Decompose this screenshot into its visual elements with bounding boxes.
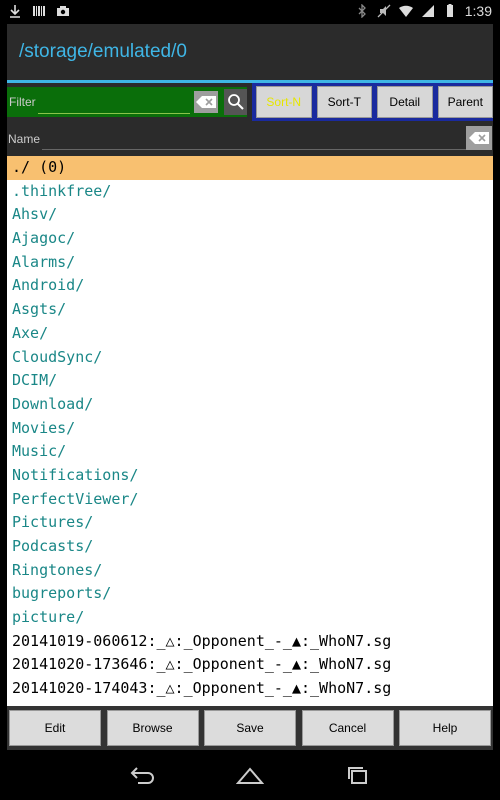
filter-box: Filter [7, 87, 247, 117]
edit-button[interactable]: Edit [9, 710, 101, 746]
sort-time-button[interactable]: Sort-T [316, 86, 372, 118]
list-item[interactable]: Pictures/ [7, 511, 493, 535]
list-item[interactable]: Alarms/ [7, 251, 493, 275]
list-item[interactable]: Asgts/ [7, 298, 493, 322]
battery-icon [446, 4, 453, 17]
list-item[interactable]: CloudSync/ [7, 346, 493, 370]
list-item[interactable]: Ahsv/ [7, 203, 493, 227]
back-icon[interactable] [128, 765, 156, 785]
filter-label: Filter [9, 95, 36, 109]
search-icon [227, 94, 244, 110]
filter-input[interactable] [37, 90, 190, 114]
name-label: Name [8, 132, 41, 146]
cancel-button[interactable]: Cancel [301, 710, 394, 746]
dialog-title: /storage/emulated/0 [7, 24, 493, 83]
camera-icon [57, 6, 69, 16]
download-icon [10, 5, 20, 18]
detail-button[interactable]: Detail [377, 86, 433, 118]
list-item[interactable]: picture/ [7, 606, 493, 630]
list-item[interactable]: ./ (0) [7, 156, 493, 180]
home-icon[interactable] [236, 765, 264, 785]
list-item[interactable]: bugreports/ [7, 582, 493, 606]
list-item[interactable]: Ajagoc/ [7, 227, 493, 251]
barcode-icon [33, 6, 45, 16]
search-button[interactable] [224, 89, 247, 115]
filter-row: Filter Sort-N Sort-T Detail Parent [7, 83, 493, 121]
wifi-icon [398, 5, 413, 17]
list-item[interactable]: Notifications/ [7, 464, 493, 488]
mute-icon [377, 4, 391, 18]
file-dialog: /storage/emulated/0 Filter Sort-N Sort-T… [7, 24, 493, 750]
help-button[interactable]: Help [399, 710, 491, 746]
list-item[interactable]: Axe/ [7, 322, 493, 346]
clock: 1:39 [464, 3, 492, 19]
filter-clear-button[interactable] [193, 91, 219, 113]
recent-apps-icon[interactable] [344, 765, 372, 785]
sort-toolbar: Sort-N Sort-T Detail Parent [252, 83, 493, 121]
navigation-bar [0, 750, 500, 800]
list-item[interactable]: .thinkfree/ [7, 180, 493, 204]
list-item[interactable]: 20141020-173646:_△:_Opponent_-_▲:_WhoN7.… [7, 653, 493, 677]
browse-button[interactable]: Browse [106, 710, 199, 746]
backspace-icon [195, 96, 216, 108]
backspace-icon [469, 132, 489, 144]
signal-icon [421, 5, 434, 17]
list-item[interactable]: Android/ [7, 274, 493, 298]
save-button[interactable]: Save [204, 710, 296, 746]
action-bar: Edit Browse Save Cancel Help [7, 706, 493, 750]
sort-name-button[interactable]: Sort-N [256, 86, 312, 118]
list-item[interactable]: PerfectViewer/ [7, 488, 493, 512]
name-input[interactable] [42, 128, 466, 150]
list-item[interactable]: 20141019-060612:_△:_Opponent_-_▲:_WhoN7.… [7, 630, 493, 654]
list-item[interactable]: Ringtones/ [7, 559, 493, 583]
status-bar: 1:39 [0, 0, 500, 24]
list-item[interactable]: Music/ [7, 440, 493, 464]
list-item[interactable]: Movies/ [7, 417, 493, 441]
list-item[interactable]: 20141020-174043:_△:_Opponent_-_▲:_WhoN7.… [7, 677, 493, 701]
list-item[interactable]: DCIM/ [7, 369, 493, 393]
name-row: Name [7, 126, 493, 152]
file-list[interactable]: ./ (0) .thinkfree/ Ahsv/ Ajagoc/ Alarms/… [7, 156, 493, 706]
list-item[interactable]: Download/ [7, 393, 493, 417]
name-clear-button[interactable] [466, 126, 492, 150]
parent-button[interactable]: Parent [437, 86, 493, 118]
list-item[interactable]: Podcasts/ [7, 535, 493, 559]
bluetooth-icon [358, 4, 366, 18]
